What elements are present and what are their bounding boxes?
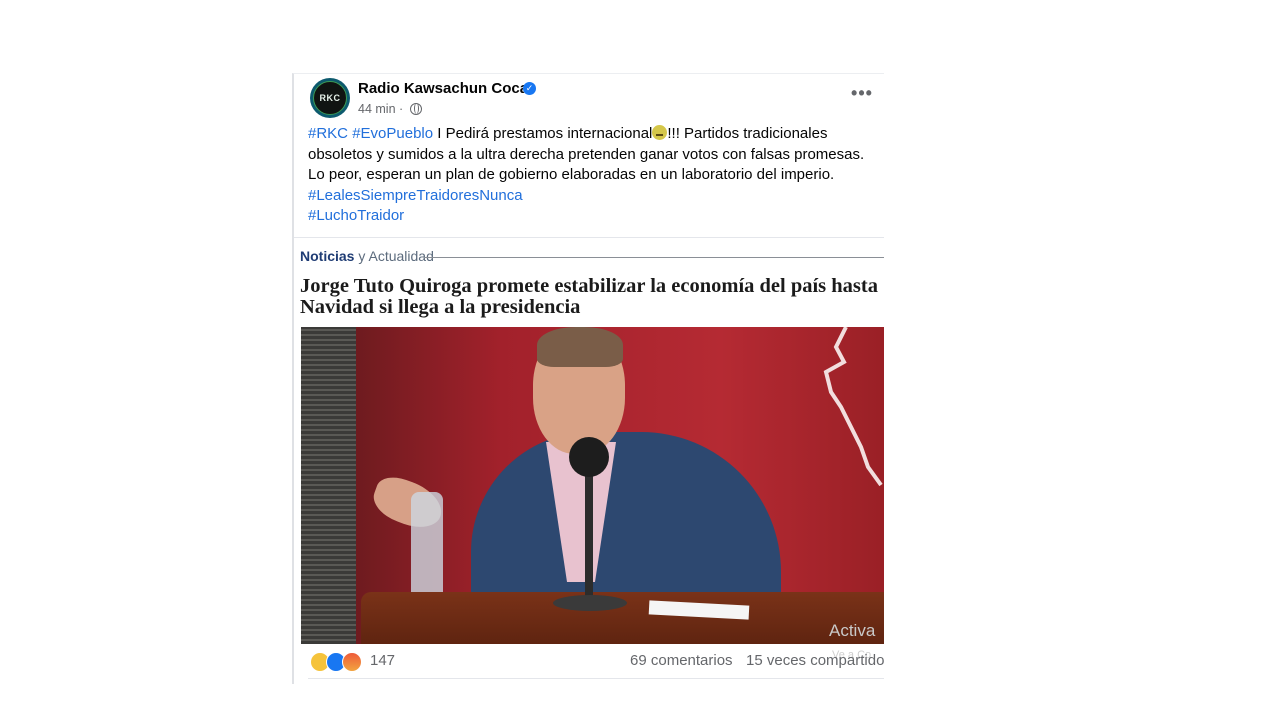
microphone-base: [553, 595, 627, 611]
angry-icon: [342, 652, 362, 672]
news-brand-row: Noticias y Actualidad: [300, 248, 884, 266]
more-options-button[interactable]: •••: [848, 84, 876, 108]
bottom-divider: [308, 678, 884, 679]
news-brand: Noticias y Actualidad: [300, 248, 434, 264]
headline-line2: Navidad si llega a la presidencia: [300, 296, 581, 318]
brand-rule: [424, 257, 884, 258]
article-headline[interactable]: Jorge Tuto Quiroga promete estabilizar l…: [300, 276, 884, 318]
map-outline-decoration: [823, 327, 883, 487]
page-name[interactable]: Radio Kawsachun Coca: [358, 80, 528, 97]
divider: [294, 237, 884, 238]
comments-count[interactable]: 69 comentarios: [630, 652, 733, 669]
facebook-post: RKC Radio Kawsachun Coca ✓ 44 min · ••• …: [292, 73, 884, 684]
hashtag-leales[interactable]: #LealesSiempreTraidoresNunca: [308, 187, 523, 204]
verified-badge-icon: ✓: [523, 82, 536, 95]
hashtag-evopueblo[interactable]: #EvoPueblo: [352, 125, 433, 142]
shares-count[interactable]: 15 veces compartido: [746, 652, 884, 669]
post-time[interactable]: 44 min: [358, 102, 396, 116]
person-suit: [471, 432, 781, 612]
reaction-icons[interactable]: [310, 652, 366, 672]
avatar[interactable]: RKC: [310, 78, 350, 118]
news-brand-rest: y Actualidad: [354, 248, 434, 264]
post-text-line2: obsoletos y sumidos a la ultra derecha p…: [308, 145, 865, 163]
post-text-line3: Lo peor, esperan un plan de gobierno ela…: [308, 166, 835, 183]
meta-separator: ·: [399, 102, 404, 116]
headline-line1: Jorge Tuto Quiroga promete estabilizar l…: [300, 275, 878, 297]
activation-watermark: Activa: [829, 621, 876, 640]
post-stats: 147 69 comentarios 15 veces compartido: [310, 650, 884, 674]
globe-icon: [409, 103, 422, 115]
post-meta: 44 min ·: [358, 102, 422, 116]
microphone: [569, 437, 609, 477]
hashtag-rkc[interactable]: #RKC: [308, 125, 348, 142]
microphone-stand: [585, 472, 593, 602]
post-text-line1-end: !!! Partidos tradicionales: [667, 125, 828, 142]
post-text-line1: I Pedirá prestamos internacional: [433, 125, 653, 142]
article-photo[interactable]: [301, 327, 884, 644]
nauseated-emoji-icon: [652, 125, 668, 140]
hashtag-luchotraidor[interactable]: #LuchoTraidor: [308, 207, 404, 224]
studio-mesh-panel: [301, 327, 356, 644]
person-hair: [537, 327, 623, 367]
post-text: #RKC #EvoPueblo I Pedirá prestamos inter…: [308, 124, 878, 227]
news-brand-bold: Noticias: [300, 248, 355, 264]
avatar-logo: RKC: [313, 81, 347, 115]
reaction-count[interactable]: 147: [370, 652, 395, 669]
post-header: RKC Radio Kawsachun Coca ✓ 44 min · •••: [308, 77, 882, 121]
